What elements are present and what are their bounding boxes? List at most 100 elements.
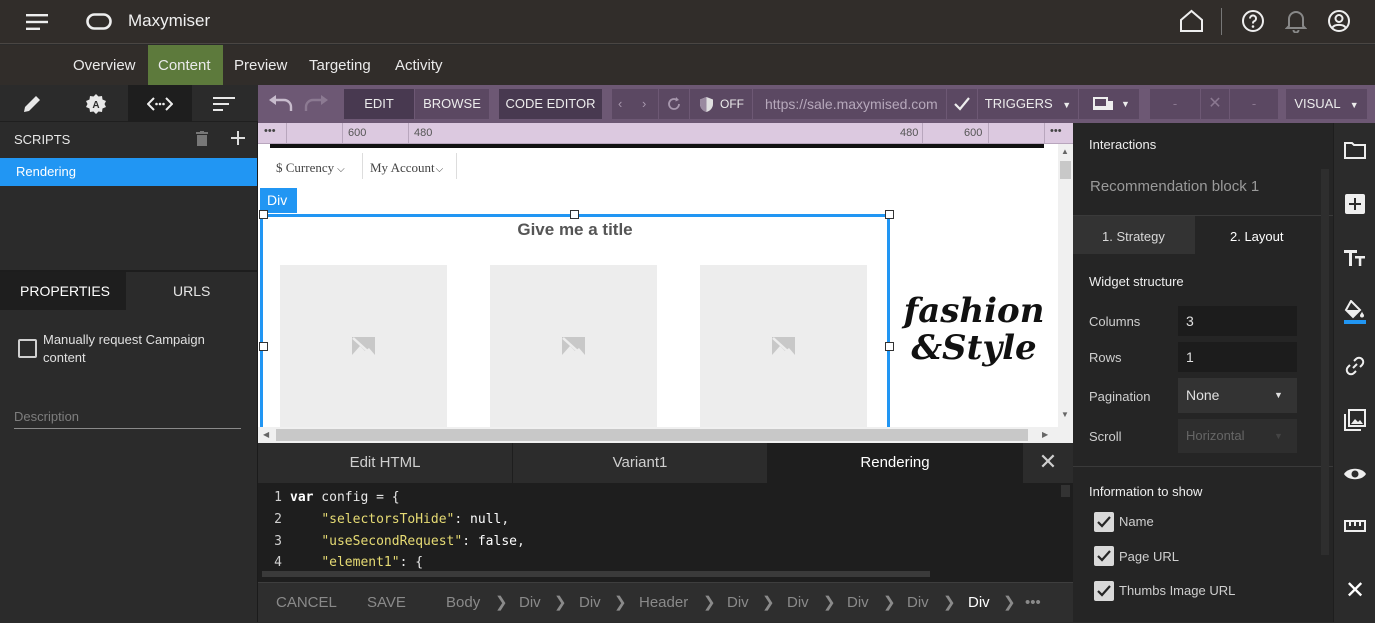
tab-urls[interactable]: URLS: [126, 272, 257, 310]
page-preview[interactable]: $ Currency ⌵ My Account⌵ Div Give me a ti…: [258, 144, 1058, 427]
product-placeholder[interactable]: [280, 265, 447, 427]
tab-properties[interactable]: PROPERTIES: [0, 272, 126, 310]
close-panel-icon[interactable]: ✕: [1334, 563, 1375, 617]
scroll-thumb[interactable]: [1060, 161, 1071, 179]
tab-strategy[interactable]: 1. Strategy: [1073, 216, 1195, 254]
trash-icon[interactable]: [196, 131, 208, 146]
help-icon[interactable]: [1241, 9, 1265, 33]
ruler-more-left[interactable]: •••: [264, 125, 276, 137]
code-icon[interactable]: [128, 85, 192, 122]
breadcrumb-item[interactable]: Div: [907, 583, 929, 623]
recommendation-title[interactable]: Give me a title: [260, 220, 890, 240]
bell-icon[interactable]: [1285, 9, 1307, 33]
resize-handle[interactable]: [885, 342, 894, 351]
block-name[interactable]: Recommendation block 1: [1090, 178, 1259, 195]
browse-button[interactable]: BROWSE: [415, 89, 489, 119]
close-editor-icon[interactable]: ✕: [1023, 443, 1073, 483]
editor-hscroll[interactable]: [262, 571, 930, 577]
pencil-icon[interactable]: [0, 85, 64, 122]
product-placeholder[interactable]: [700, 265, 867, 427]
tab-overview[interactable]: Overview: [63, 45, 146, 85]
add-element-icon[interactable]: [1334, 177, 1375, 231]
vertical-scrollbar[interactable]: ▲ ▼: [1058, 144, 1073, 427]
tab-targeting[interactable]: Targeting: [299, 45, 381, 85]
edit-button[interactable]: EDIT: [344, 89, 414, 119]
redo-icon[interactable]: [303, 94, 329, 112]
breadcrumb-item[interactable]: Header: [639, 583, 688, 623]
breadcrumb-item[interactable]: Div: [579, 583, 601, 623]
save-button[interactable]: SAVE: [367, 583, 406, 623]
breadcrumb-item[interactable]: Div: [787, 583, 809, 623]
code-line[interactable]: 4 "element1": {: [258, 555, 423, 570]
device-dropdown[interactable]: ▼: [1079, 89, 1139, 119]
tab-layout[interactable]: 2. Layout: [1195, 216, 1318, 254]
currency-menu[interactable]: $ Currency ⌵: [276, 160, 345, 176]
tab-edit-html[interactable]: Edit HTML: [258, 443, 512, 483]
triggers-dropdown[interactable]: TRIGGERS ▼: [978, 89, 1078, 119]
ruler-icon[interactable]: [1334, 507, 1375, 545]
tab-activity[interactable]: Activity: [385, 45, 453, 85]
info-checkbox-thumbs-url[interactable]: [1094, 581, 1114, 601]
forward-arrow-icon[interactable]: ›: [642, 89, 646, 119]
description-input[interactable]: Description: [14, 409, 79, 424]
cancel-button[interactable]: CANCEL: [276, 583, 337, 623]
breadcrumb-item[interactable]: Div: [847, 583, 869, 623]
panel-scrollbar[interactable]: [1321, 169, 1329, 555]
code-line[interactable]: 1 var config = {: [258, 490, 399, 505]
paint-bucket-icon[interactable]: [1334, 285, 1375, 339]
editor-scroll-thumb[interactable]: [1061, 485, 1070, 497]
refresh-icon[interactable]: [659, 89, 689, 119]
resize-handle[interactable]: [885, 210, 894, 219]
script-item-rendering[interactable]: Rendering: [0, 158, 257, 186]
style-badge-icon[interactable]: A: [64, 85, 128, 122]
list-lines-icon[interactable]: [192, 85, 256, 122]
code-line[interactable]: 3 "useSecondRequest": false,: [258, 534, 525, 549]
scroll-select[interactable]: Horizontal ▼: [1178, 419, 1297, 453]
scroll-up-icon[interactable]: ▲: [1061, 147, 1069, 156]
url-input[interactable]: https://sale.maxymised.com: [753, 89, 946, 119]
columns-input[interactable]: 3: [1178, 306, 1297, 336]
tab-preview[interactable]: Preview: [224, 45, 297, 85]
tab-rendering[interactable]: Rendering: [768, 443, 1022, 483]
resize-handle[interactable]: [259, 342, 268, 351]
scroll-down-icon[interactable]: ▼: [1061, 410, 1069, 419]
confirm-check-icon[interactable]: [947, 89, 977, 119]
link-icon[interactable]: [1334, 339, 1375, 393]
folder-icon[interactable]: [1334, 123, 1375, 177]
back-arrow-icon[interactable]: ‹: [618, 89, 622, 119]
account-menu[interactable]: My Account⌵: [370, 160, 443, 176]
scroll-right-icon[interactable]: ▶: [1042, 430, 1048, 439]
manual-request-checkbox[interactable]: [18, 339, 37, 358]
hamburger-menu-icon[interactable]: [26, 13, 50, 31]
tab-content[interactable]: Content: [148, 45, 223, 85]
code-line[interactable]: 2 "selectorsToHide": null,: [258, 512, 509, 527]
undo-icon[interactable]: [268, 94, 294, 112]
breadcrumb-item[interactable]: Div: [727, 583, 749, 623]
text-size-icon[interactable]: [1334, 231, 1375, 285]
visual-dropdown[interactable]: VISUAL ▼: [1286, 89, 1367, 119]
add-script-icon[interactable]: [231, 131, 245, 145]
home-icon[interactable]: [1179, 9, 1204, 33]
resize-handle[interactable]: [259, 210, 268, 219]
rows-input[interactable]: 1: [1178, 342, 1297, 372]
breadcrumb-item-current[interactable]: Div: [968, 583, 990, 623]
eye-icon[interactable]: [1334, 447, 1375, 501]
image-gallery-icon[interactable]: [1334, 393, 1375, 447]
height-field[interactable]: -: [1230, 89, 1278, 119]
user-profile-icon[interactable]: [1327, 9, 1351, 33]
tab-variant1[interactable]: Variant1: [513, 443, 767, 483]
close-icon[interactable]: ✕: [1201, 89, 1229, 119]
shield-toggle[interactable]: OFF: [690, 89, 752, 119]
ruler-more-right[interactable]: •••: [1050, 125, 1062, 137]
info-checkbox-name[interactable]: [1094, 512, 1114, 532]
width-field[interactable]: -: [1150, 89, 1200, 119]
pagination-select[interactable]: None ▼: [1178, 378, 1297, 413]
resize-handle[interactable]: [570, 210, 579, 219]
code-editor-button[interactable]: CODE EDITOR: [499, 89, 602, 119]
scroll-left-icon[interactable]: ◀: [263, 430, 269, 439]
scroll-thumb[interactable]: [276, 429, 1028, 441]
product-placeholder[interactable]: [490, 265, 657, 427]
breadcrumb-more[interactable]: •••: [1025, 583, 1041, 623]
info-checkbox-page-url[interactable]: [1094, 546, 1114, 566]
horizontal-scrollbar[interactable]: ◀ ▶: [258, 427, 1073, 443]
